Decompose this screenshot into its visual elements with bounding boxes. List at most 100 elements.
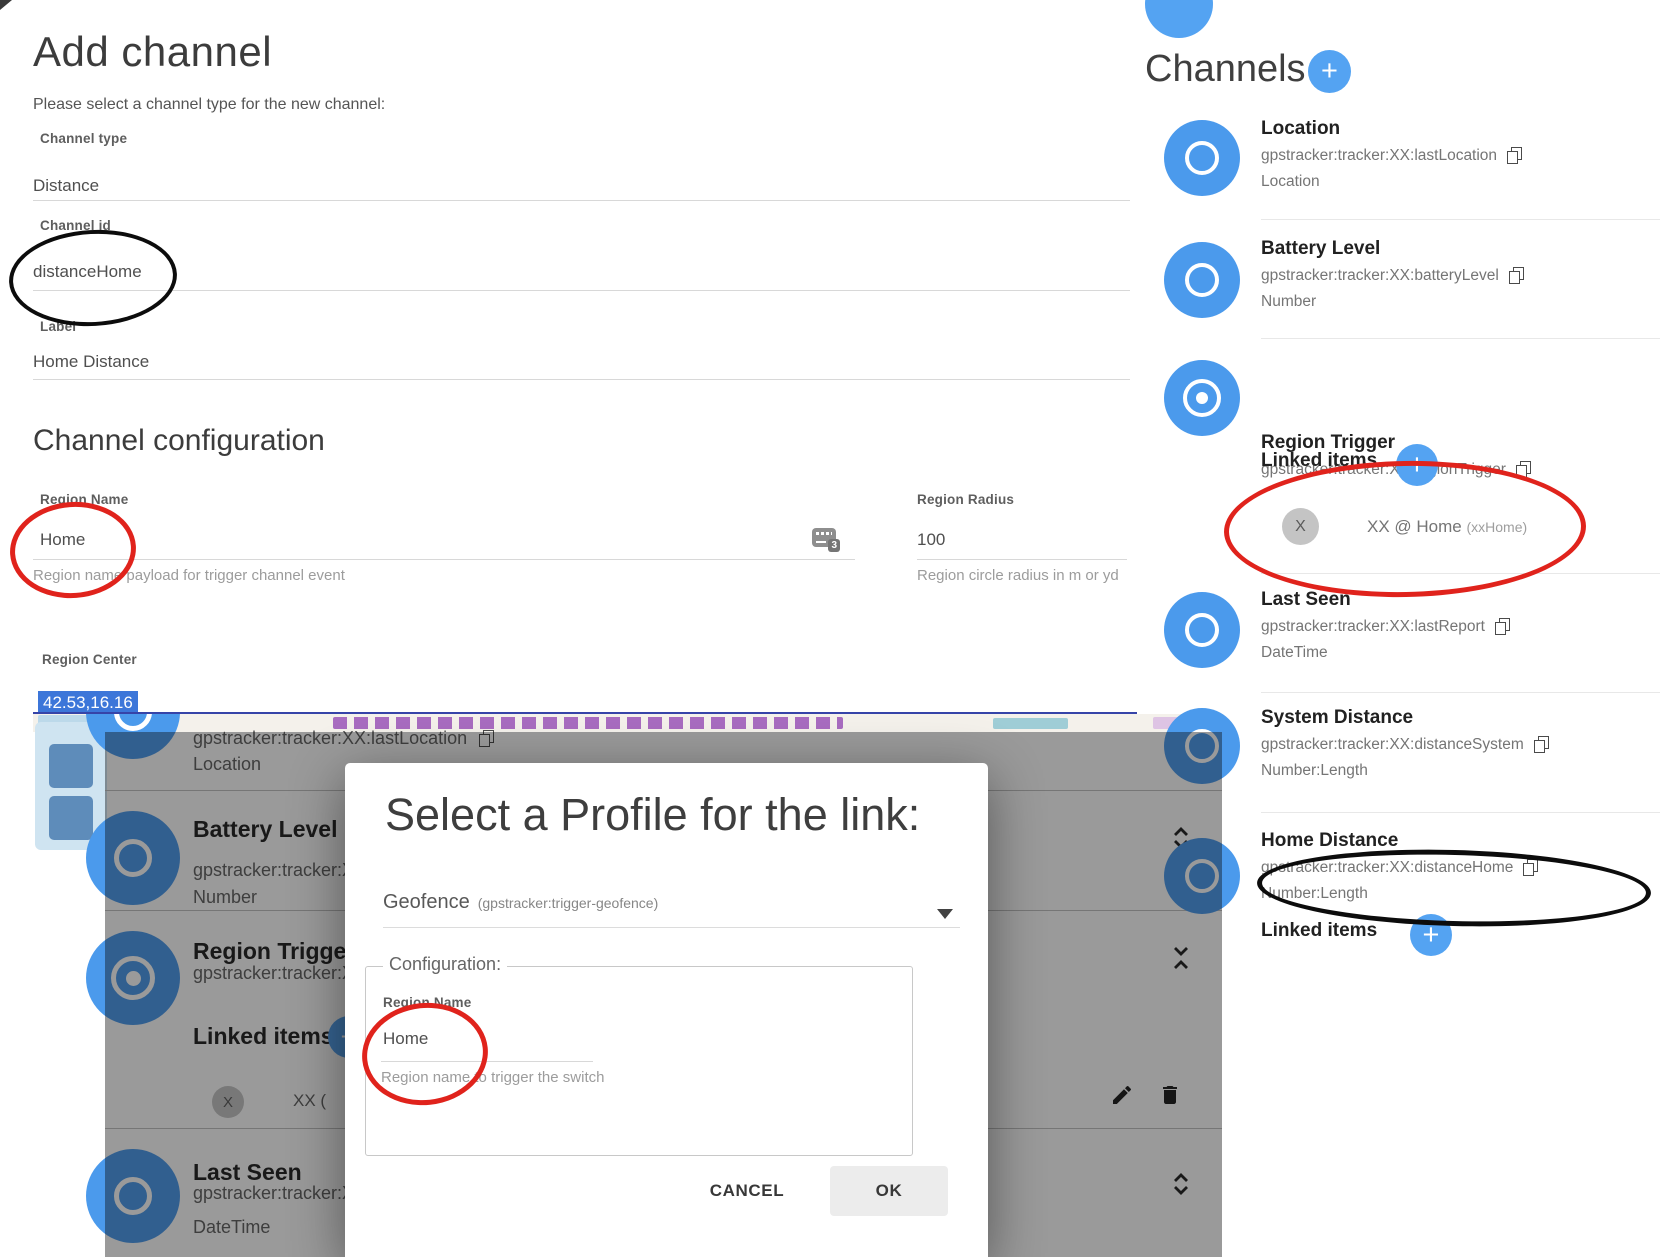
channels-heading: Channels [1145,48,1306,91]
profile-select-value: Geofence [383,891,470,914]
channel-type: Number [1261,289,1664,315]
channel-title: Battery Level [1261,236,1664,262]
channel-id: gpstracker:tracker:XX:distanceHome [1261,854,1513,881]
copy-icon[interactable] [1523,859,1538,876]
channel-id: gpstracker:tracker:XX:batteryLevel [1261,262,1499,289]
region-name-underline [33,559,855,560]
channel-type: Number:Length [1261,881,1664,907]
linked-item[interactable]: XX @ Home (xxHome) [1367,517,1527,537]
strip-fragment-teal [993,718,1068,729]
region-radius-hint: Region circle radius in m or yd [917,567,1119,584]
add-channel-button[interactable]: + [1308,50,1351,93]
plus-icon: + [1409,449,1426,482]
channel-title: Home Distance [1261,828,1664,854]
channel-config-heading: Channel configuration [33,424,325,458]
keyboard-dash [816,541,826,543]
channel-type-label: Channel type [40,131,127,146]
linked-items-heading: Linked items [1261,450,1377,472]
region-radius-label: Region Radius [917,492,1014,507]
keyboard-dots [816,532,832,535]
channel-type: Number:Length [1261,758,1664,784]
channel-avatar [1164,120,1240,196]
label-field[interactable]: Home Distance [33,352,149,372]
region-center-label: Region Center [42,652,137,667]
linked-item-detail: (xxHome) [1466,519,1527,535]
copy-icon[interactable] [1507,147,1522,164]
channel-id: gpstracker:tracker:XX:lastLocation [1261,142,1497,169]
channel-avatar [1164,360,1240,436]
profile-select[interactable]: Geofence (gpstracker:trigger-geofence) [383,891,658,914]
top-fab-button[interactable] [1145,0,1213,38]
channel-row-system-distance[interactable]: System Distance gpstracker:tracker:XX:di… [1164,705,1664,784]
divider [1261,573,1660,574]
channel-row-battery[interactable]: Battery Level gpstracker:tracker:XX:batt… [1164,236,1664,315]
ring-dot-center [1196,392,1208,404]
keyboard-badge: 3 [828,539,840,552]
map-zoom-out-button[interactable] [49,796,93,840]
copy-icon[interactable] [1509,267,1524,284]
ok-button[interactable]: OK [830,1166,948,1216]
region-name-field[interactable]: Home [40,530,85,550]
openhab-paperui-page: { "add_form": { "title": "Add channel", … [0,0,1670,1257]
copy-icon[interactable] [1516,461,1531,478]
add-linked-item-button-2[interactable]: + [1410,914,1452,956]
channel-id: gpstracker:tracker:XX:lastReport [1261,613,1485,640]
ring-icon [1185,263,1219,297]
divider [1261,219,1660,220]
ring-icon [1185,141,1219,175]
label-underline [33,379,1130,380]
keyboard-input-icon[interactable]: 3 [812,528,836,547]
annotation-red-ellipse-region-name [7,498,139,603]
channel-id: gpstracker:tracker:XX:distanceSystem [1261,731,1524,758]
region-name-hint: Region name payload for trigger channel … [33,567,345,584]
linked-items-heading-2: Linked items [1261,920,1377,942]
region-name-label: Region Name [40,492,128,507]
profile-select-detail: (gpstracker:trigger-geofence) [478,895,659,911]
copy-icon[interactable] [1534,736,1549,753]
modal-region-name-hint: Region name to trigger the switch [381,1069,604,1086]
channel-title: System Distance [1261,705,1664,731]
plus-icon: + [1321,55,1338,88]
form-intro: Please select a channel type for the new… [33,96,385,114]
ring-icon [1185,613,1219,647]
page-title: Add channel [33,28,272,76]
modal-region-name-field[interactable]: Home [383,1029,428,1049]
channel-avatar [1164,592,1240,668]
ring-icon [114,714,152,731]
corner-mark [0,0,12,10]
configuration-fieldset: Configuration: Region Name Home Region n… [365,966,913,1156]
channel-row-home-distance[interactable]: Home Distance gpstracker:tracker:XX:dist… [1164,828,1664,907]
modal-region-name-underline [381,1061,593,1062]
channel-title: Location [1261,116,1664,142]
channel-type-underline [33,200,1130,201]
map-zoom-in-button[interactable] [49,744,93,788]
channel-row-location[interactable]: Location gpstracker:tracker:XX:lastLocat… [1164,116,1664,195]
modal-region-name-label: Region Name [383,995,471,1010]
channel-type-field[interactable]: Distance [33,176,99,196]
copy-icon[interactable] [1495,618,1510,635]
add-linked-item-button[interactable]: + [1396,444,1438,486]
channel-title: Last Seen [1261,587,1664,613]
channel-id-label: Channel id [40,218,111,233]
cancel-button[interactable]: CANCEL [687,1167,807,1215]
channel-id-underline [33,290,1130,291]
plus-icon: + [1423,919,1440,952]
divider [1261,338,1660,339]
channel-id-field[interactable]: distanceHome [33,262,142,282]
channel-row-last-seen[interactable]: Last Seen gpstracker:tracker:XX:lastRepo… [1164,587,1664,666]
linked-item-avatar: X [1282,508,1319,545]
divider [1261,812,1660,813]
region-radius-field[interactable]: 100 [917,530,945,550]
region-radius-underline [917,559,1127,560]
dropdown-arrow-icon[interactable] [937,909,953,919]
fieldset-legend: Configuration: [383,954,507,975]
dialog-title: Select a Profile for the link: [385,789,920,841]
label-label: Label [40,319,76,334]
avatar-letter: X [1295,518,1306,536]
divider [1261,692,1660,693]
profile-dialog: Select a Profile for the link: Geofence … [345,763,988,1257]
linked-item-text: XX @ Home [1367,517,1462,536]
channel-avatar [1164,242,1240,318]
profile-select-underline [383,927,960,928]
channel-type: DateTime [1261,640,1664,666]
